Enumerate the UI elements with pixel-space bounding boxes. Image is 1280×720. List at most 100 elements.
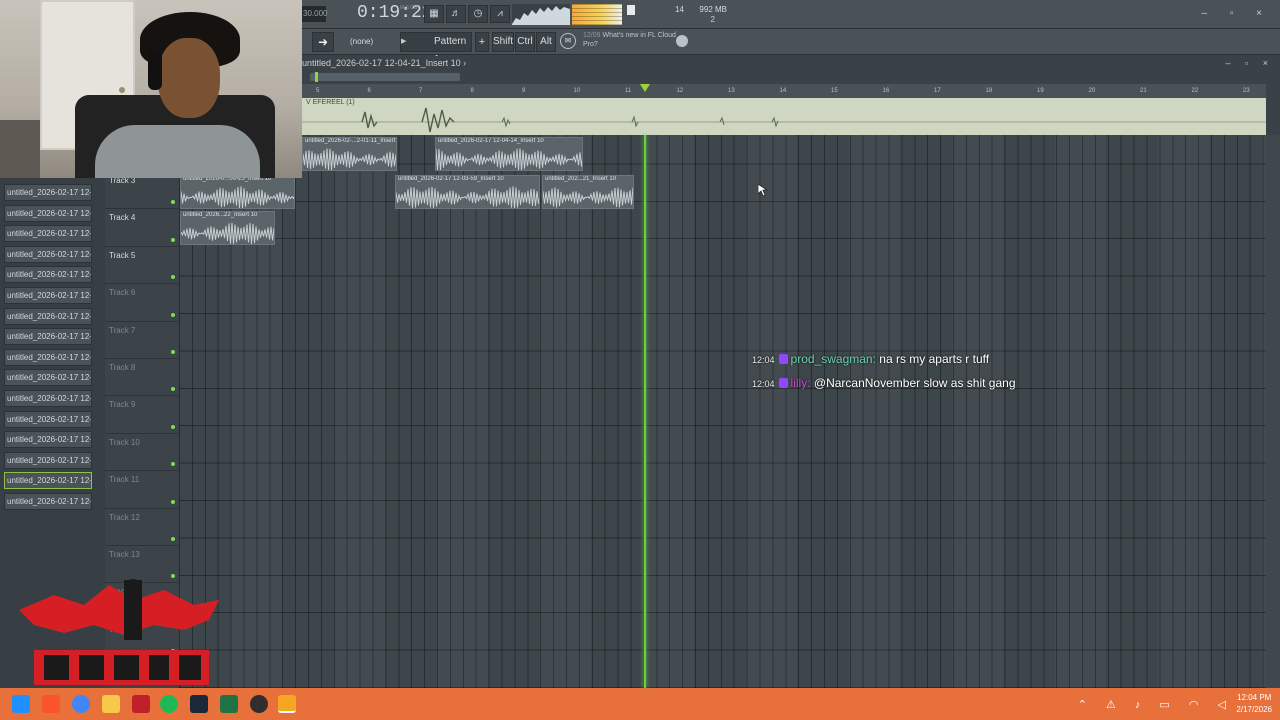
audio-clip[interactable]: untitled_2026-0...00-25_Insert 10	[180, 175, 295, 209]
misc-app-icon[interactable]	[102, 695, 120, 713]
track-name: Track 8	[109, 363, 136, 372]
system-tray[interactable]: ⌃ ⚠ ♪ ▭ ◠ ◁	[1078, 698, 1234, 711]
picker-item[interactable]: untitled_2026-02-17 12-...	[4, 369, 92, 387]
pattern-selector[interactable]: Pattern 1	[400, 32, 472, 65]
picker-item[interactable]: untitled_2026-02-17 12-...	[4, 348, 92, 366]
picker-item[interactable]: untitled_2026-02-17 12-...	[4, 451, 92, 469]
step-edit-icon[interactable]: ♬	[446, 5, 466, 23]
song-time-display[interactable]: 0:19:22	[357, 3, 433, 23]
news-panel[interactable]: 12/09 What's new in FL Cloud Pro?	[583, 31, 678, 53]
playhead-marker[interactable]	[640, 84, 650, 92]
track-enable-led[interactable]	[171, 312, 175, 317]
add-pattern-button[interactable]: +	[475, 32, 489, 52]
shelf	[0, 120, 40, 178]
obs-icon[interactable]	[250, 695, 268, 713]
ctrl-button[interactable]: Ctrl	[515, 32, 535, 52]
picker-item[interactable]: untitled_2026-02-17 12-...	[4, 287, 92, 304]
picker-item[interactable]: untitled_2026-02-17 12-...	[4, 204, 92, 222]
system-clock[interactable]: 12:04 PM 2/17/2026	[1236, 692, 1272, 716]
ruler-label: 5	[316, 88, 320, 94]
picker-item[interactable]: untitled_2026-02-17 12-...	[4, 266, 92, 284]
playhead[interactable]	[644, 135, 646, 688]
track-enable-led[interactable]	[171, 275, 175, 280]
master-audio-lane: V EFEREEL (1)	[302, 98, 1266, 135]
window-controls[interactable]: – ▫ ×	[1201, 8, 1272, 19]
track-enable-led[interactable]	[171, 424, 175, 429]
timeline-ruler[interactable]: 5 6 7 8 9 10 11 12 13 14 15 16 17 18 19 20 21 22 23	[302, 84, 1266, 98]
memory-value: 992 MB	[699, 5, 727, 14]
clip-waveform	[303, 148, 396, 170]
track-header[interactable]: Track 10	[105, 433, 179, 472]
bar-shade	[952, 135, 1004, 688]
picker-item[interactable]: untitled_2026-02-17 12-...	[4, 245, 92, 263]
steam-icon[interactable]	[190, 695, 208, 713]
ruler-label: 10	[573, 88, 581, 94]
clip-name: untitled_202...21_Insert 10	[545, 176, 617, 182]
video-editor-icon[interactable]	[132, 695, 150, 713]
tempo-display[interactable]: 30.000	[302, 6, 327, 22]
audio-clip[interactable]: untitled_2026-02-17 12-04-14_Insert 10	[435, 137, 583, 171]
playlist-grid[interactable]	[179, 135, 1266, 688]
oscilloscope-display	[512, 4, 570, 25]
picker-item[interactable]: untitled_2026-02-17 12-...	[4, 328, 92, 346]
windows-icon[interactable]	[12, 695, 30, 713]
track-enable-led[interactable]	[171, 349, 175, 354]
clip-name: untitled_2026-02-...2-01-11_Insert 10	[305, 138, 397, 144]
clip-waveform	[543, 187, 633, 208]
track-name: Track 11	[109, 475, 140, 485]
track-name: Track 13	[109, 550, 140, 559]
picker-item[interactable]: untitled_2026-02-17 12-...	[4, 184, 92, 201]
play-icon[interactable]: ▶	[400, 32, 410, 52]
piano-keyboard-icon[interactable]: ▦	[424, 5, 444, 23]
arrow-right-icon[interactable]: ➜	[312, 32, 334, 52]
spotify-icon[interactable]	[160, 695, 178, 713]
metronome-icon[interactable]: ⩘	[490, 5, 510, 23]
picker-item[interactable]: untitled_2026-02-17 12-...	[4, 493, 92, 510]
track-header[interactable]: Track 9	[105, 396, 179, 434]
bar-shade	[643, 135, 695, 688]
snap-selector[interactable]: (none)	[347, 34, 392, 50]
audio-clip[interactable]: untitled_2026-02-17 12-03-59_Insert 10	[395, 175, 540, 209]
alt-button[interactable]: Alt	[536, 32, 556, 52]
track-enable-led[interactable]	[171, 387, 175, 392]
playlist-window-controls[interactable]: – ▫ ×	[1226, 56, 1274, 70]
clip-name: untitled_2026...22_Insert 10	[183, 212, 258, 218]
shift-button[interactable]: Shift	[492, 32, 514, 52]
brave-icon[interactable]	[42, 695, 60, 713]
track-header[interactable]: Track 8	[105, 359, 179, 397]
picker-item[interactable]: untitled_2026-02-17 12-...	[4, 472, 92, 490]
track-enable-led[interactable]	[171, 536, 175, 541]
picker-item[interactable]: untitled_2026-02-17 12-...	[4, 431, 92, 449]
track-header[interactable]: Track 6	[105, 284, 179, 322]
playlist-tracks[interactable]: Track 3 Track 4 Track 5 Track 6 Track 7 Track…	[105, 135, 1266, 688]
picker-item[interactable]: untitled_2026-02-17 12-...	[4, 225, 92, 243]
track-enable-led[interactable]	[171, 499, 175, 504]
audio-clip[interactable]: untitled_2026-02-...2-01-11_Insert 10	[302, 137, 397, 171]
panic-icon[interactable]	[627, 5, 635, 15]
excel-icon[interactable]	[220, 695, 238, 713]
track-enable-led[interactable]	[171, 237, 175, 242]
person-face	[158, 38, 220, 118]
picker-item[interactable]: untitled_2026-02-17 12-...	[4, 307, 92, 325]
news-icon[interactable]: ✉	[560, 33, 576, 49]
audio-clip[interactable]: untitled_2026...22_Insert 10	[180, 211, 275, 245]
playlist-scrollbar[interactable]	[302, 70, 1280, 84]
picker-item[interactable]: untitled_2026-02-17 12-...	[4, 410, 92, 428]
track-header[interactable]: Track 12	[105, 508, 179, 546]
chat-text: na rs my aparts r tuff	[879, 352, 990, 366]
track-enable-led[interactable]	[171, 462, 175, 467]
fl-studio-icon[interactable]	[278, 695, 296, 713]
scrollbar-thumb[interactable]	[310, 73, 460, 81]
track-header[interactable]: Track 7	[105, 321, 179, 359]
track-header[interactable]: Track 5	[105, 246, 179, 285]
track-name: Track 7	[109, 325, 136, 335]
wait-record-icon[interactable]: ◷	[468, 5, 488, 23]
track-header[interactable]: Track 4	[105, 209, 179, 247]
picker-item[interactable]: untitled_2026-02-17 12-...	[4, 390, 92, 407]
chrome-icon[interactable]	[72, 695, 90, 713]
track-enable-led[interactable]	[171, 200, 175, 205]
globe-icon[interactable]	[676, 35, 688, 47]
audio-clip[interactable]: untitled_202...21_Insert 10	[542, 175, 634, 209]
clock-time: 12:04 PM	[1237, 693, 1272, 702]
track-header[interactable]: Track 11	[105, 471, 179, 509]
